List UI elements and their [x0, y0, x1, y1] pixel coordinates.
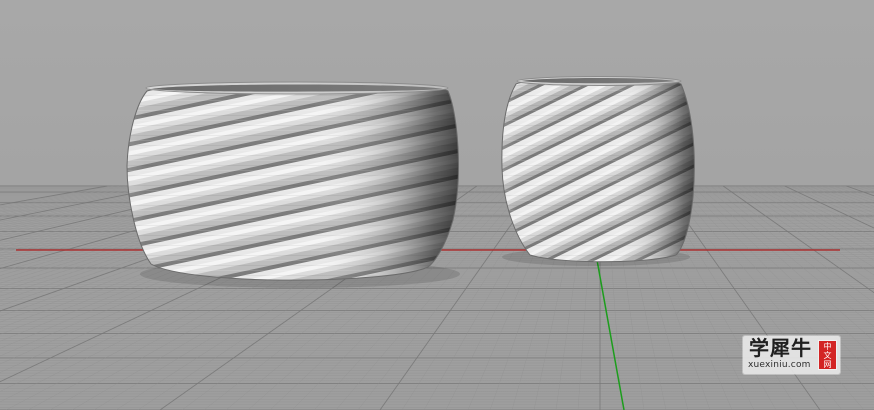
- watermark-domain: xuexiniu.com: [748, 360, 811, 370]
- watermark-badge-char: 中: [823, 342, 832, 351]
- watermark-brand: 学犀牛: [749, 336, 812, 360]
- large-twisted-vase[interactable]: [100, 70, 480, 300]
- small-twisted-vase[interactable]: [490, 70, 710, 270]
- watermark-badge-char: 网: [823, 360, 832, 369]
- site-watermark: 学犀牛 xuexiniu.com 中 文 网: [743, 336, 840, 374]
- watermark-badge: 中 文 网: [818, 340, 837, 370]
- watermark-badge-char: 文: [823, 351, 832, 360]
- perspective-viewport[interactable]: 学犀牛 xuexiniu.com 中 文 网: [0, 0, 874, 410]
